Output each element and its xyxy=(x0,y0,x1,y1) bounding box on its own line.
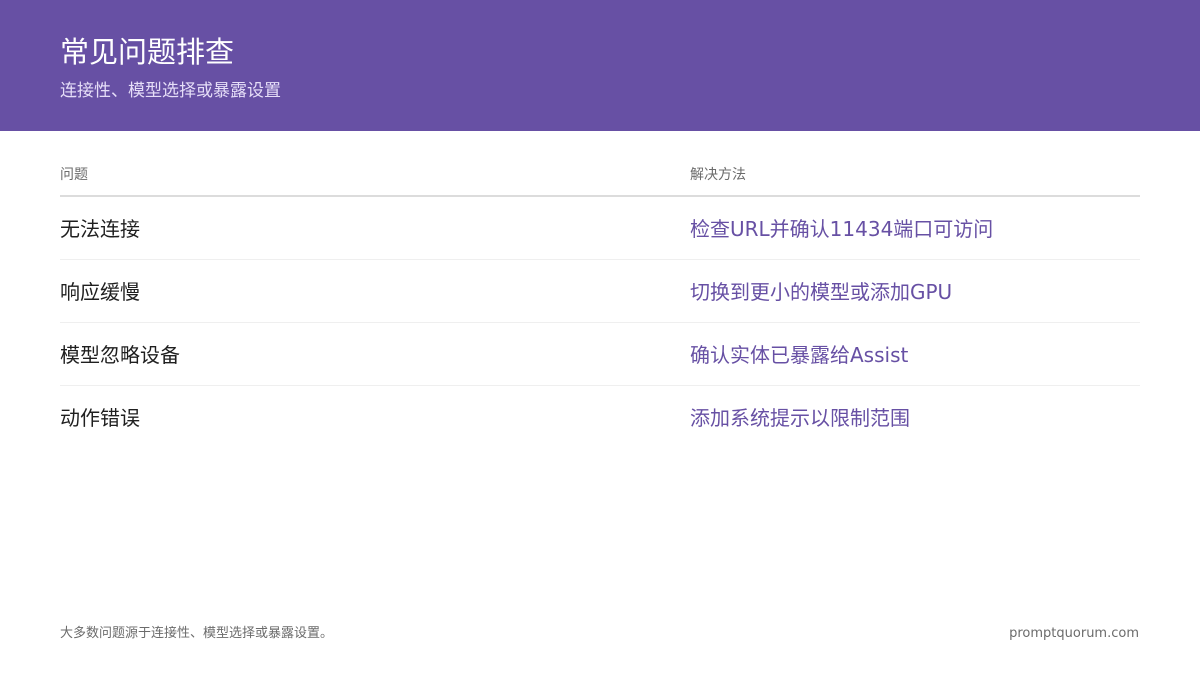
troubleshooting-table: 问题 解决方法 无法连接 检查URL并确认11434端口可访问 响应缓慢 切换到… xyxy=(60,160,1140,448)
issue-cell: 模型忽略设备 xyxy=(60,343,180,367)
solution-cell: 确认实体已暴露给Assist xyxy=(690,343,909,367)
page-title: 常见问题排查 xyxy=(60,35,235,69)
solution-cell: 添加系统提示以限制范围 xyxy=(690,406,910,430)
brand-url: promptquorum.com xyxy=(1009,626,1139,641)
issue-cell: 响应缓慢 xyxy=(60,280,140,304)
issue-cell: 无法连接 xyxy=(60,217,140,241)
table-row: 动作错误 添加系统提示以限制范围 xyxy=(60,386,1140,448)
table-header: 问题 解决方法 xyxy=(60,160,1140,197)
issue-cell: 动作错误 xyxy=(60,406,140,430)
table-row: 无法连接 检查URL并确认11434端口可访问 xyxy=(60,197,1140,260)
table-row: 响应缓慢 切换到更小的模型或添加GPU xyxy=(60,260,1140,323)
solution-cell: 切换到更小的模型或添加GPU xyxy=(690,280,953,304)
solution-cell: 检查URL并确认11434端口可访问 xyxy=(690,217,994,241)
column-header-issue: 问题 xyxy=(60,167,88,183)
header-banner: 常见问题排查 连接性、模型选择或暴露设置 xyxy=(0,0,1200,131)
footer-note: 大多数问题源于连接性、模型选择或暴露设置。 xyxy=(60,626,334,641)
page-subtitle: 连接性、模型选择或暴露设置 xyxy=(60,81,281,101)
table-row: 模型忽略设备 确认实体已暴露给Assist xyxy=(60,323,1140,386)
column-header-solution: 解决方法 xyxy=(690,167,746,183)
